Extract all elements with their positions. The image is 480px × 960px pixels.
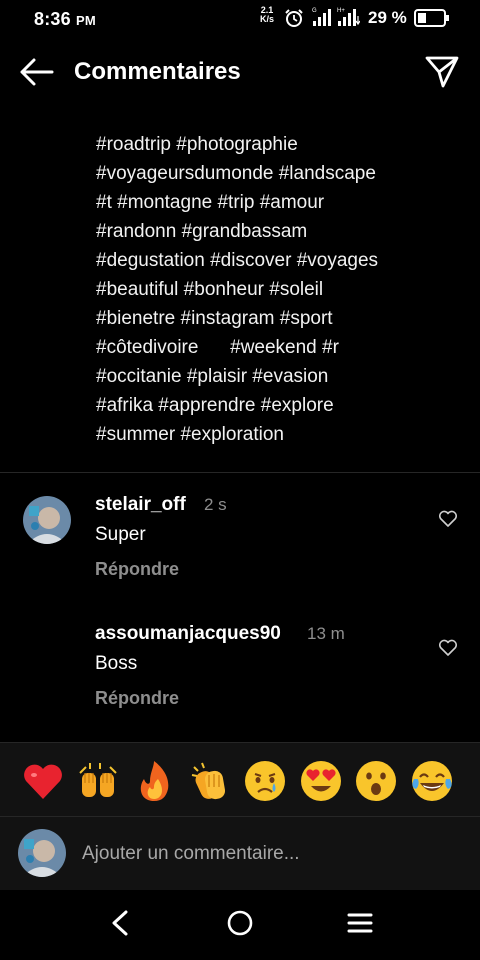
like-heart-icon[interactable] [438, 510, 458, 528]
current-user-avatar [18, 829, 66, 877]
crying-face-icon[interactable] [243, 759, 287, 803]
nav-home-icon[interactable] [226, 908, 254, 938]
post-caption: #roadtrip #photographie #voyageursdumond… [96, 130, 436, 449]
comment-text: Boss [95, 653, 138, 674]
fire-icon[interactable] [132, 759, 176, 803]
signal-g-icon: G [312, 8, 331, 26]
caption-line: #roadtrip #photographie [96, 134, 298, 155]
status-bar: 8:36 PM 2.1 K/s G H+ 29 % [0, 0, 480, 36]
nav-menu-icon[interactable] [346, 908, 374, 938]
surprised-face-icon[interactable] [354, 759, 398, 803]
send-icon[interactable] [424, 55, 460, 89]
caption-line: #beautiful #bonheur #soleil [96, 279, 324, 300]
comment-input-bar: Ajouter un commentaire... [0, 816, 480, 891]
avatar[interactable] [23, 496, 71, 544]
quick-emoji-bar [0, 742, 480, 817]
comment-time: 2 s [204, 495, 227, 514]
comment-username[interactable]: stelair_off [95, 494, 186, 516]
page-title: Commentaires [74, 58, 241, 85]
caption-line: #bienetre #instagram #sport [96, 308, 333, 329]
battery-icon [414, 9, 449, 27]
network-speed: 2.1 K/s [260, 5, 275, 24]
heart-eyes-icon[interactable] [299, 759, 343, 803]
reply-button[interactable]: Répondre [95, 559, 179, 580]
signal-h-plus-icon: H+ [337, 8, 360, 26]
alarm-icon [285, 9, 303, 27]
battery-percentage: 29 % [368, 8, 407, 27]
tears-of-joy-icon[interactable] [410, 759, 454, 803]
caption-line: #côtedivoire #weekend #r [96, 337, 339, 358]
system-nav-bar [0, 890, 480, 960]
reply-button[interactable]: Répondre [95, 688, 179, 709]
caption-line: #summer #exploration [96, 424, 284, 445]
comment-time: 13 m [307, 624, 345, 643]
caption-line: #degustation #discover #voyages [96, 250, 379, 271]
svg-text:H+: H+ [337, 8, 345, 14]
caption-line: #afrika #apprendre #explore [96, 395, 334, 416]
caption-line: #randonn #grandbassam [96, 221, 308, 242]
comment-text: Super [95, 524, 146, 545]
divider [0, 472, 480, 473]
raising-hands-icon[interactable] [76, 759, 120, 803]
nav-back-icon[interactable] [108, 908, 132, 938]
caption-line: #voyageursdumonde #landscape [96, 163, 376, 184]
caption-line: #occitanie #plaisir #evasion [96, 366, 329, 387]
like-heart-icon[interactable] [438, 639, 458, 657]
svg-text:G: G [312, 8, 317, 14]
status-time: 8:36 PM [34, 9, 96, 29]
red-heart-icon[interactable] [21, 759, 65, 803]
clapping-hands-icon[interactable] [188, 759, 232, 803]
comment-username[interactable]: assoumanjacques90 [95, 623, 281, 645]
comment-input[interactable]: Ajouter un commentaire... [82, 843, 300, 865]
caption-line: #t #montagne #trip #amour [96, 192, 325, 213]
back-arrow-icon[interactable] [18, 56, 54, 88]
